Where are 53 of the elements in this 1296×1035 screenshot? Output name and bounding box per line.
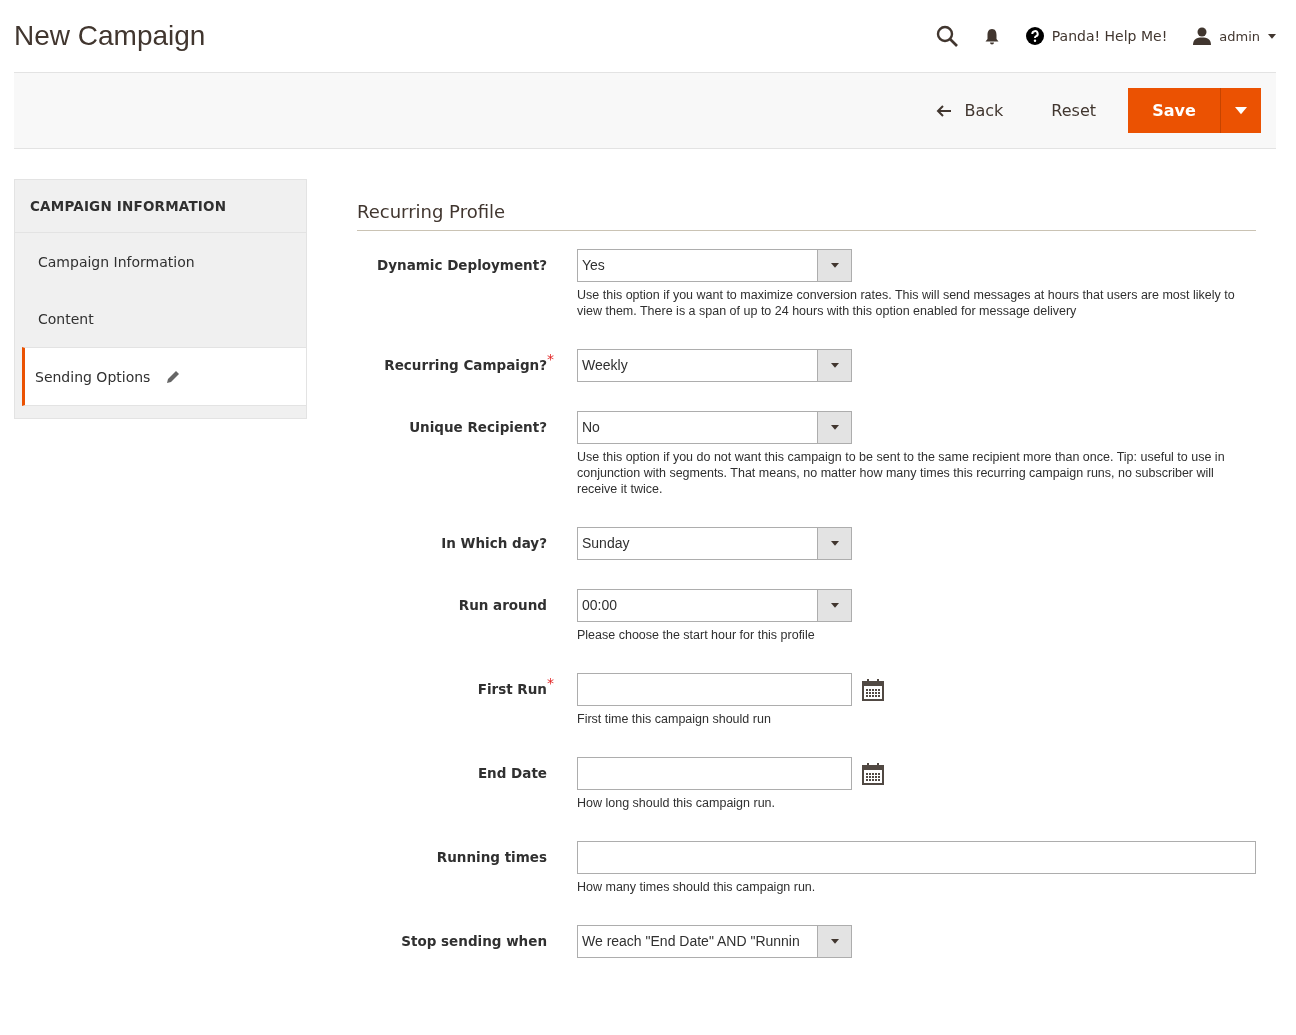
field-note: How long should this campaign run. [577, 795, 777, 811]
caret-icon [830, 263, 839, 268]
field-label: Dynamic Deployment? [376, 256, 547, 275]
caret-icon [1235, 106, 1247, 115]
section-title: Recurring Profile [357, 201, 1256, 231]
back-button[interactable]: Back [912, 101, 1028, 120]
caret-icon [830, 363, 839, 368]
calendar-icon[interactable] [862, 762, 884, 785]
search-icon[interactable] [935, 25, 958, 47]
sidebar-item[interactable]: Sending Options [22, 347, 306, 406]
field-label: End Date [476, 764, 547, 783]
help-icon [1025, 27, 1044, 45]
field-label: Running times [435, 848, 547, 867]
save-options-button[interactable] [1220, 88, 1261, 133]
required-mark: * [547, 350, 554, 367]
select-field[interactable]: Sunday [577, 527, 852, 560]
page-title: New Campaign [14, 20, 207, 52]
field-note: Please choose the start hour for this profile [577, 627, 816, 643]
field-note: How many times should this campaign run. [577, 879, 817, 895]
user-menu[interactable]: admin [1193, 27, 1276, 45]
select-field[interactable]: Weekly [577, 349, 852, 382]
caret-icon [830, 603, 839, 608]
field-label: Recurring Campaign? [383, 357, 547, 375]
reset-button[interactable]: Reset [1027, 101, 1120, 120]
field-note: Use this option if you want to maximize conversion rates. This will send messages at hours that users are most likely to view them. There is a span of up to 24 hours with this option enabled for message delivery [577, 287, 1236, 319]
caret-icon [830, 425, 839, 430]
sidebar-item[interactable]: Content [15, 290, 306, 347]
select-field[interactable]: We reach "End Date" AND "Runnin [577, 925, 852, 958]
select-field[interactable]: Yes [577, 249, 852, 282]
field-label: In Which day? [440, 534, 547, 553]
calendar-icon[interactable] [862, 678, 884, 701]
select-field[interactable]: 00:00 [577, 589, 852, 622]
required-mark: * [547, 674, 554, 691]
user-icon [1193, 27, 1212, 45]
caret-icon [830, 939, 839, 944]
caret-icon [830, 541, 839, 546]
sidebar-title: CAMPAIGN INFORMATION [15, 180, 306, 233]
text-field[interactable] [577, 841, 1256, 874]
field-note: First time this campaign should run [577, 711, 772, 727]
select-field[interactable]: No [577, 411, 852, 444]
field-label: Run around [457, 596, 547, 615]
field-note: Use this option if you do not want this campaign to be sent to the same recipient more than once. Tip: useful to use in conjunction with segments. That means, no matter how many times this recurring campaign runs, no subscriber will receive it twice. [577, 449, 1226, 497]
bell-icon[interactable] [983, 27, 1000, 45]
arrow-left-icon [936, 104, 953, 117]
help-link[interactable]: Panda! Help Me! [1025, 27, 1168, 45]
field-label: First Run [476, 680, 547, 699]
sidebar-item[interactable]: Campaign Information [15, 233, 306, 290]
field-label: Stop sending when [400, 932, 547, 951]
date-field[interactable] [577, 673, 852, 706]
caret-icon [1268, 33, 1276, 39]
field-label: Unique Recipient? [408, 418, 547, 437]
date-field[interactable] [577, 757, 852, 790]
save-button[interactable]: Save [1128, 88, 1220, 133]
